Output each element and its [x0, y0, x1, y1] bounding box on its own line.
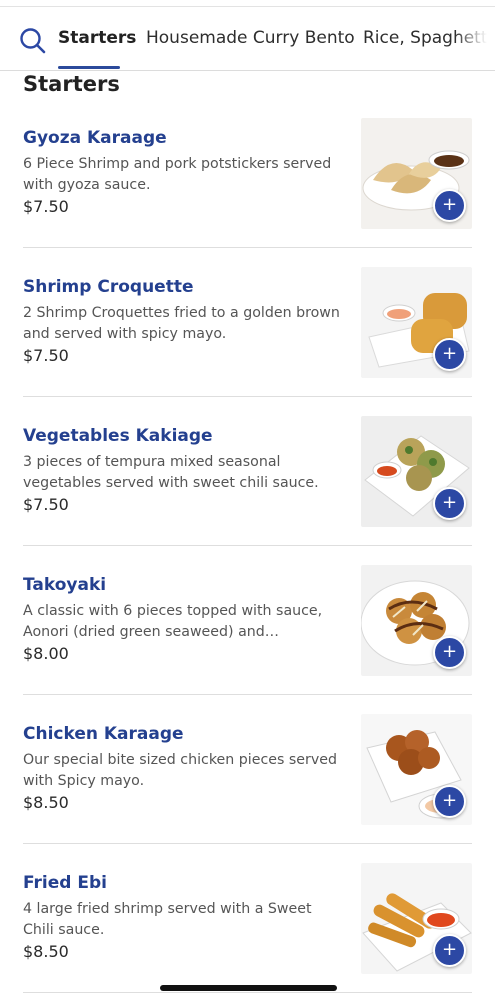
- item-name: Chicken Karaage: [23, 724, 184, 744]
- item-price: $7.50: [23, 495, 69, 514]
- add-to-cart-button[interactable]: +: [433, 785, 466, 818]
- active-tab-indicator: [58, 66, 120, 69]
- item-name: Vegetables Kakiage: [23, 426, 213, 446]
- add-to-cart-button[interactable]: +: [433, 487, 466, 520]
- top-divider: [0, 6, 495, 7]
- item-divider: [23, 992, 472, 993]
- plus-icon: +: [441, 492, 458, 513]
- item-description: 3 pieces of tempura mixed seasonal veget…: [23, 454, 319, 491]
- item-description: 4 large fried shrimp served with a Sweet…: [23, 901, 312, 938]
- item-price: $8.00: [23, 644, 69, 663]
- item-name: Fried Ebi: [23, 873, 107, 893]
- item-name: Takoyaki: [23, 575, 107, 595]
- category-tab-bar[interactable]: Starters Housemade Curry Bento Rice, Spa…: [0, 8, 495, 70]
- item-description: 6 Piece Shrimp and pork potstickers serv…: [23, 156, 332, 193]
- menu-item-shrimp-croquette[interactable]: Shrimp Croquette 2 Shrimp Croquettes fri…: [0, 267, 495, 416]
- item-name: Gyoza Karaage: [23, 128, 167, 148]
- item-divider: [23, 694, 472, 695]
- tab-bar-divider: [0, 70, 495, 71]
- item-price: $7.50: [23, 346, 69, 365]
- tab-starters[interactable]: Starters: [58, 28, 136, 48]
- add-to-cart-button[interactable]: +: [433, 338, 466, 371]
- item-price: $8.50: [23, 793, 69, 812]
- menu-item-takoyaki[interactable]: Takoyaki A classic with 6 pieces topped …: [0, 565, 495, 714]
- add-to-cart-button[interactable]: +: [433, 934, 466, 967]
- item-divider: [23, 396, 472, 397]
- menu-item-fried-ebi[interactable]: Fried Ebi 4 large fried shrimp served wi…: [0, 863, 495, 1000]
- add-to-cart-button[interactable]: +: [433, 636, 466, 669]
- item-divider: [23, 247, 472, 248]
- plus-icon: +: [441, 641, 458, 662]
- plus-icon: +: [441, 939, 458, 960]
- item-name: Shrimp Croquette: [23, 277, 194, 297]
- add-to-cart-button[interactable]: +: [433, 189, 466, 222]
- item-description: A classic with 6 pieces topped with sauc…: [23, 603, 323, 640]
- item-description: Our special bite sized chicken pieces se…: [23, 752, 337, 789]
- menu-item-vegetables-kakiage[interactable]: Vegetables Kakiage 3 pieces of tempura m…: [0, 416, 495, 565]
- item-divider: [23, 843, 472, 844]
- plus-icon: +: [441, 343, 458, 364]
- search-button[interactable]: [18, 26, 48, 56]
- search-icon: [20, 28, 46, 54]
- item-divider: [23, 545, 472, 546]
- item-price: $8.50: [23, 942, 69, 961]
- section-title: Starters: [23, 72, 120, 96]
- home-indicator[interactable]: [160, 985, 337, 991]
- plus-icon: +: [441, 194, 458, 215]
- tab-scroll-fade: [455, 8, 495, 70]
- menu-item-chicken-karaage[interactable]: Chicken Karaage Our special bite sized c…: [0, 714, 495, 863]
- item-price: $7.50: [23, 197, 69, 216]
- item-description: 2 Shrimp Croquettes fried to a golden br…: [23, 305, 340, 342]
- menu-item-gyoza-karaage[interactable]: Gyoza Karaage 6 Piece Shrimp and pork po…: [0, 118, 495, 267]
- plus-icon: +: [441, 790, 458, 811]
- tab-housemade-curry-bento[interactable]: Housemade Curry Bento: [146, 28, 355, 48]
